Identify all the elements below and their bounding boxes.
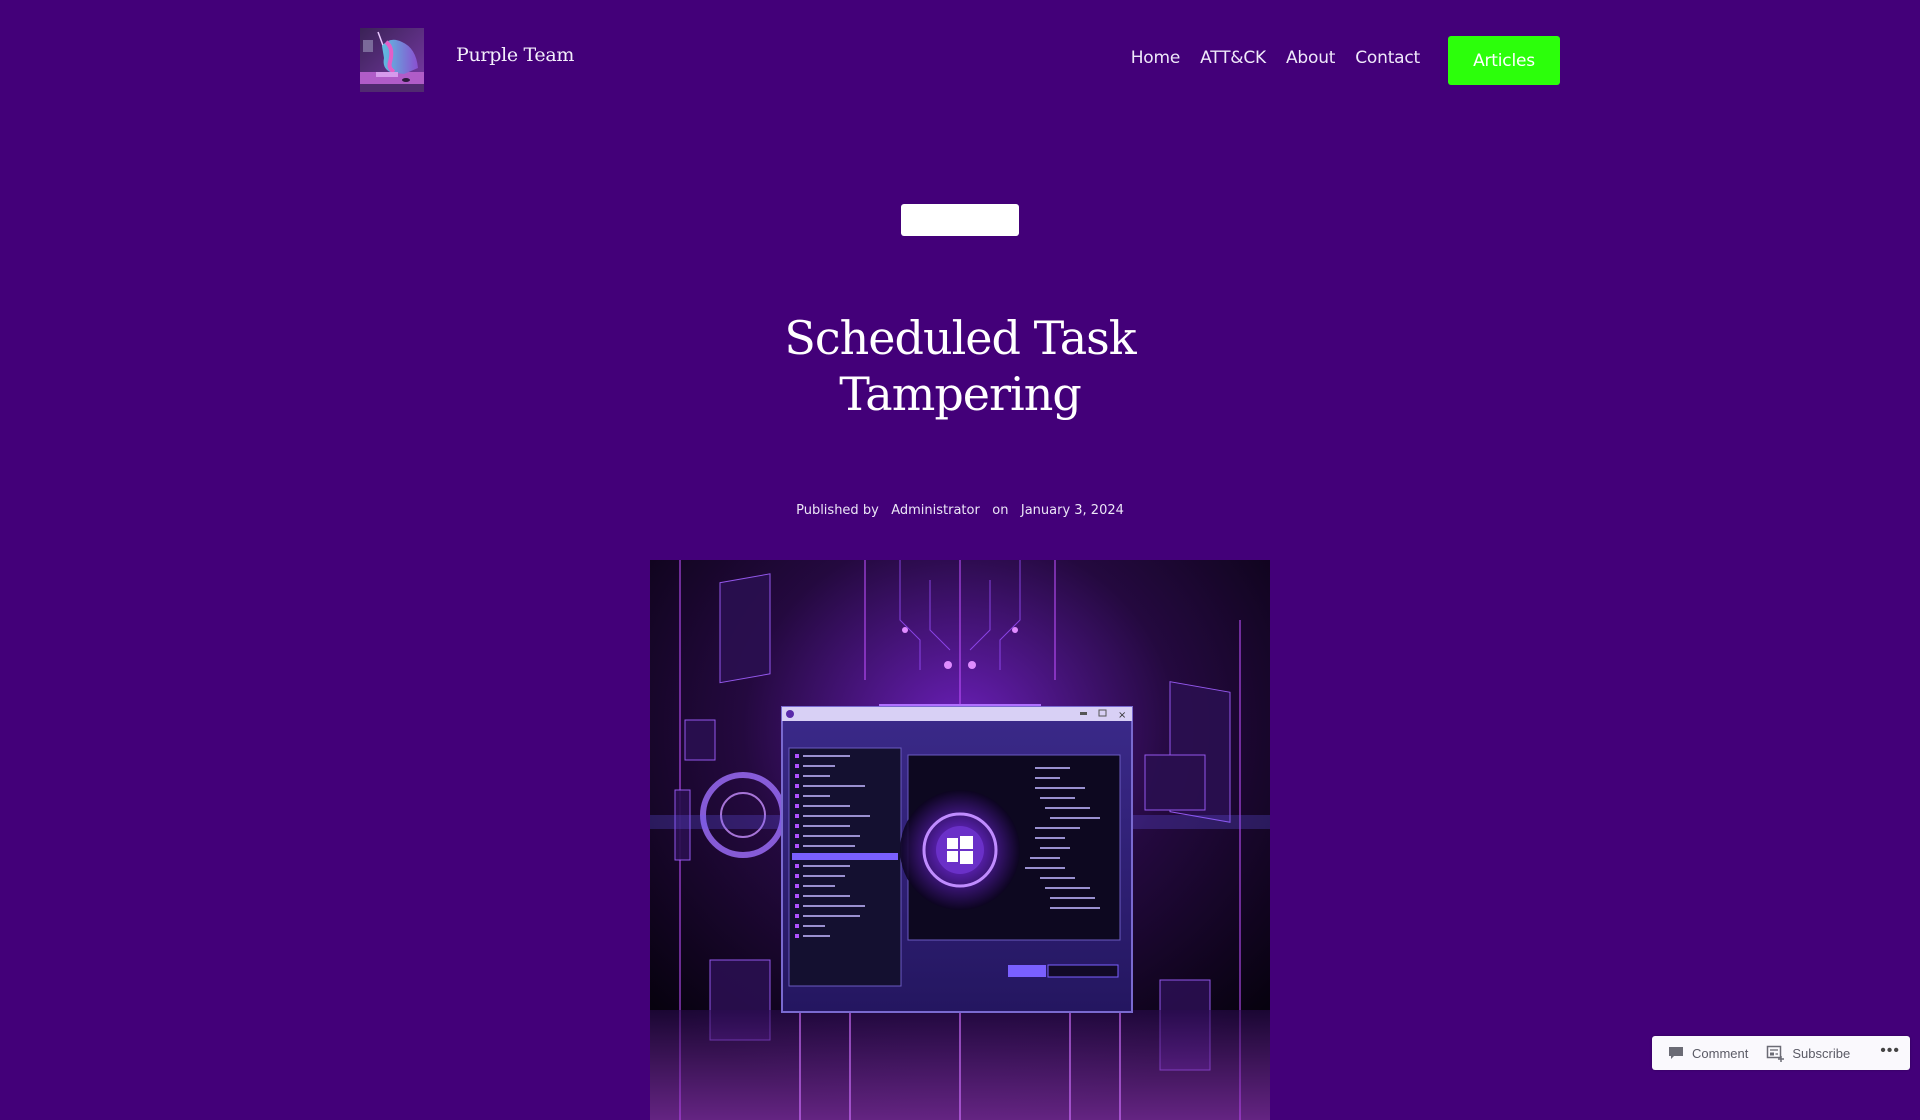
subscribe-button[interactable]: Subscribe [1760,1044,1856,1062]
comment-button[interactable]: Comment [1662,1045,1754,1061]
floating-action-bar: Comment Subscribe ••• [1652,1036,1910,1070]
nav-item-attack[interactable]: ATT&CK [1200,48,1266,68]
more-options-button[interactable]: ••• [1880,1042,1900,1064]
featured-illustration: × [650,560,1270,1120]
author-link[interactable]: Administrator [891,503,980,518]
category-badge[interactable] [901,204,1019,236]
articles-button[interactable]: Articles [1448,36,1560,85]
post-title: Scheduled Task Tampering [784,311,1136,421]
byline-on: on [992,503,1009,518]
subscribe-icon [1767,1045,1785,1062]
subscribe-label: Subscribe [1792,1045,1851,1061]
site-header: Purple Team Home ATT&CK About Contact Ar… [0,0,1920,120]
comment-label: Comment [1692,1045,1749,1061]
primary-nav: Home ATT&CK About Contact [1131,48,1420,68]
post-byline: Published by Administrator on January 3,… [660,503,1260,518]
byline-prefix: Published by [796,503,879,518]
post-date: January 3, 2024 [1020,503,1124,518]
site-title[interactable]: Purple Team [456,44,574,66]
nav-item-home[interactable]: Home [1131,48,1181,68]
featured-image: × [650,560,1270,1120]
site-logo[interactable] [360,28,424,92]
nav-item-about[interactable]: About [1286,48,1335,68]
comment-icon [1669,1047,1683,1059]
nav-item-contact[interactable]: Contact [1355,48,1420,68]
unicorn-logo-icon [360,28,424,92]
svg-text:×: × [1118,710,1126,721]
